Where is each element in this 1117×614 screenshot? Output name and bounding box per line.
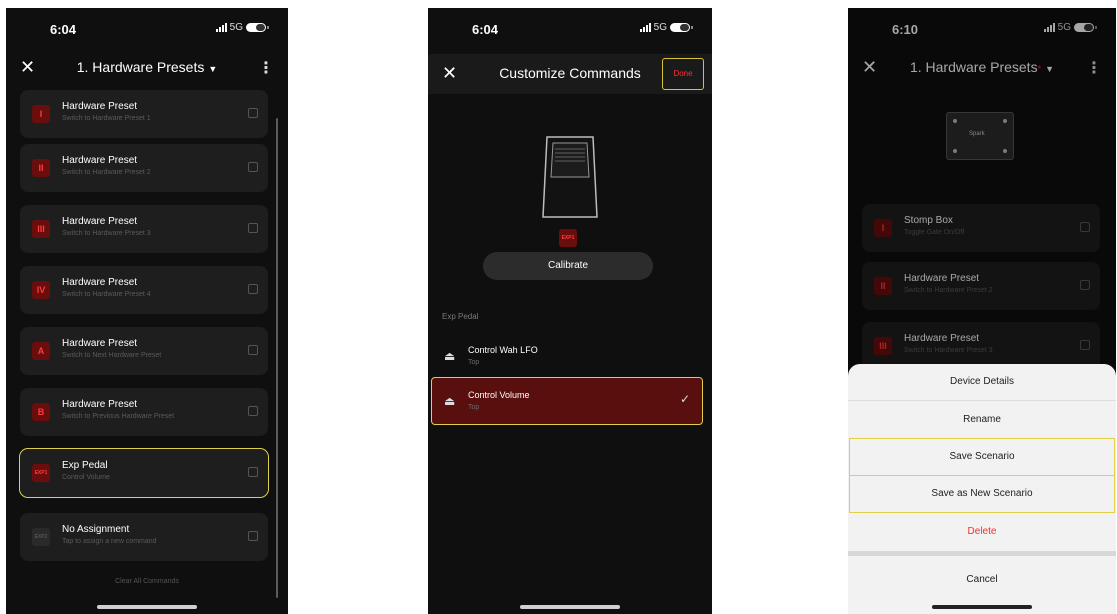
card-subtitle: Switch to Hardware Preset 3: [62, 230, 151, 237]
status-time: 6:04: [50, 22, 77, 37]
card-subtitle: Switch to Hardware Preset 1: [62, 115, 151, 122]
pedal-icon: ⏏: [444, 394, 456, 408]
checkmark-icon: ✓: [679, 392, 690, 406]
command-card-1[interactable]: I Hardware Preset Switch to Hardware Pre…: [20, 90, 268, 138]
chevron-down-icon: ▼: [208, 64, 218, 74]
command-card-6[interactable]: B Hardware Preset Switch to Previous Har…: [20, 388, 268, 436]
preset-badge: IV: [32, 281, 50, 299]
battery-icon: [246, 23, 269, 32]
pedal-badge: EXP1: [559, 229, 577, 247]
command-card-exp1[interactable]: EXP1 Exp Pedal Control Volume: [19, 448, 269, 498]
card-title: Hardware Preset: [62, 338, 138, 349]
status-bar: 6:04 5G: [428, 8, 712, 48]
save-scenario-button[interactable]: Save Scenario: [849, 438, 1115, 476]
card-title: Hardware Preset: [62, 277, 138, 288]
option-control-volume[interactable]: ⏏ Control Volume Top ✓: [431, 377, 703, 425]
status-indicators: 5G: [639, 22, 693, 33]
clear-all-button[interactable]: Clear All Commands: [6, 578, 288, 585]
preset-badge: II: [32, 159, 50, 177]
battery-icon: [670, 23, 693, 32]
header: ✕ 1. Hardware Presets ▼ ⋮: [6, 48, 288, 88]
preset-badge: EXP2: [32, 528, 50, 546]
command-card-2[interactable]: II Hardware Preset Switch to Hardware Pr…: [20, 144, 268, 192]
section-label: Exp Pedal: [442, 312, 479, 321]
page-title: 1. Hardware Presets: [76, 59, 205, 75]
status-indicators: 5G: [215, 22, 269, 33]
more-icon[interactable]: ⋮: [258, 58, 274, 78]
card-title: No Assignment: [62, 524, 130, 535]
preset-badge: III: [32, 220, 50, 238]
preset-badge: I: [32, 105, 50, 123]
status-bar: 6:04 5G: [6, 8, 288, 48]
option-subtitle: Top: [468, 359, 480, 366]
screen-customize-commands: 6:04 5G ✕ Customize Commands Done EXP1 C…: [428, 8, 712, 614]
card-title: Hardware Preset: [62, 399, 138, 410]
expression-pedal-icon: [542, 136, 598, 218]
home-indicator: [520, 605, 620, 609]
preset-badge: B: [32, 403, 50, 421]
home-indicator: [932, 605, 1032, 609]
command-card-4[interactable]: IV Hardware Preset Switch to Hardware Pr…: [20, 266, 268, 314]
edit-icon[interactable]: [248, 162, 258, 172]
scrollbar[interactable]: [276, 118, 278, 598]
card-title: Hardware Preset: [62, 216, 138, 227]
signal-icon: [215, 23, 227, 32]
cancel-button[interactable]: Cancel: [848, 562, 1116, 598]
option-title: Control Volume: [468, 390, 530, 400]
edit-icon[interactable]: [248, 406, 258, 416]
card-subtitle: Tap to assign a new command: [62, 538, 157, 545]
edit-icon[interactable]: [248, 467, 258, 477]
calibrate-button[interactable]: Calibrate: [483, 252, 653, 280]
card-subtitle: Switch to Hardware Preset 4: [62, 291, 151, 298]
card-title: Hardware Preset: [62, 101, 138, 112]
network-label: 5G: [229, 22, 243, 33]
signal-icon: [639, 23, 651, 32]
save-as-new-scenario-button[interactable]: Save as New Scenario: [849, 475, 1115, 513]
edit-icon[interactable]: [248, 284, 258, 294]
card-subtitle: Switch to Hardware Preset 2: [62, 169, 151, 176]
preset-badge: EXP1: [32, 464, 50, 482]
edit-icon[interactable]: [248, 108, 258, 118]
edit-icon[interactable]: [248, 345, 258, 355]
command-card-3[interactable]: III Hardware Preset Switch to Hardware P…: [20, 205, 268, 253]
device-details-button[interactable]: Device Details: [848, 364, 1116, 400]
status-time: 6:04: [472, 22, 499, 37]
card-subtitle: Switch to Previous Hardware Preset: [62, 413, 175, 420]
edit-icon[interactable]: [248, 531, 258, 541]
delete-button[interactable]: Delete: [848, 514, 1116, 550]
command-card-exp2[interactable]: EXP2 No Assignment Tap to assign a new c…: [20, 513, 268, 561]
screen-presets-menu: 6:10 5G ✕ 1. Hardware Presets* ▼ ⋮ Spark …: [848, 8, 1116, 614]
edit-icon[interactable]: [248, 223, 258, 233]
card-title: Exp Pedal: [62, 460, 108, 471]
card-subtitle: Switch to Next Hardware Preset: [62, 352, 162, 359]
screen-hardware-presets: 6:04 5G ✕ 1. Hardware Presets ▼ ⋮ I Hardw…: [6, 8, 288, 614]
network-label: 5G: [653, 22, 667, 33]
action-sheet: Device Details Rename Save Scenario Save…: [848, 364, 1116, 614]
command-card-5[interactable]: A Hardware Preset Switch to Next Hardwar…: [20, 327, 268, 375]
card-subtitle: Control Volume: [62, 474, 110, 481]
home-indicator: [97, 605, 197, 609]
preset-selector[interactable]: 1. Hardware Presets ▼: [6, 59, 288, 75]
rename-button[interactable]: Rename: [848, 402, 1116, 438]
pedal-icon: ⏏: [444, 349, 456, 363]
done-button[interactable]: Done: [662, 58, 704, 90]
option-control-wah-lfo[interactable]: ⏏ Control Wah LFO Top: [432, 333, 702, 379]
card-title: Hardware Preset: [62, 155, 138, 166]
preset-badge: A: [32, 342, 50, 360]
option-subtitle: Top: [468, 404, 480, 411]
header: ✕ Customize Commands Done: [428, 54, 712, 94]
option-title: Control Wah LFO: [468, 345, 538, 355]
